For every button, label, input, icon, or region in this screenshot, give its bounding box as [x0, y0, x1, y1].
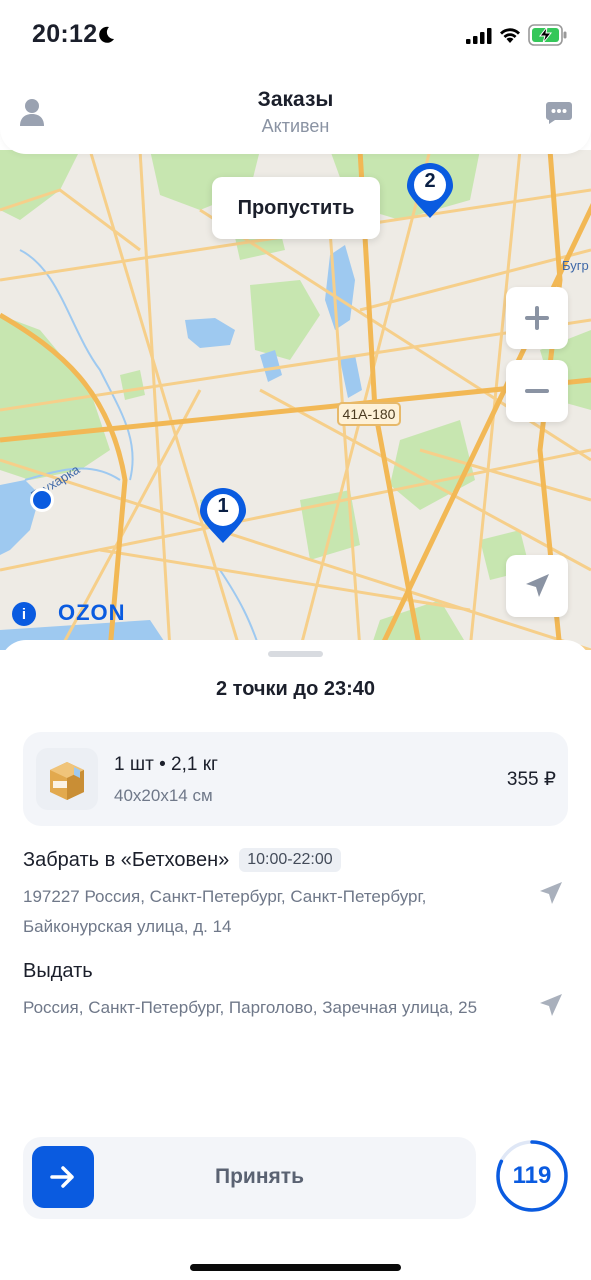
- order-quantity-weight: 1 шт • 2,1 кг: [114, 754, 218, 775]
- zoom-out-button[interactable]: [506, 360, 568, 422]
- ozon-logo: OZON: [58, 600, 126, 625]
- header: Заказы Активен: [0, 70, 591, 154]
- moon-icon: [99, 26, 114, 43]
- route-pin-2[interactable]: 2: [405, 162, 455, 220]
- pickup-title: Забрать в «Бетховен»: [23, 848, 230, 871]
- order-card[interactable]: 1 шт • 2,1 кг 40x20x14 см 355 ₽: [23, 732, 568, 826]
- wifi-icon: [500, 28, 520, 43]
- pickup-stop[interactable]: Забрать в «Бетховен» 10:00-22:00 197227 …: [23, 848, 568, 942]
- map-info-icon[interactable]: i: [12, 602, 36, 626]
- accept-slider[interactable]: Принять: [23, 1137, 476, 1219]
- order-dimensions: 40x20x14 см: [114, 786, 213, 805]
- skip-button[interactable]: Пропустить: [212, 177, 380, 239]
- status-bar: 20:12: [0, 0, 591, 70]
- chat-icon[interactable]: [545, 101, 573, 125]
- place-label-bugry: Бугр: [562, 258, 589, 273]
- cellular-signal-icon: [466, 28, 492, 44]
- current-location-dot: [30, 488, 54, 512]
- location-arrow-icon: [526, 574, 549, 597]
- my-location-button[interactable]: [506, 555, 568, 617]
- status-subtitle: Активен: [261, 116, 330, 136]
- battery-charging-icon: [528, 24, 567, 46]
- navigate-arrow-icon[interactable]: [538, 992, 564, 1018]
- page-title: Заказы: [257, 88, 334, 111]
- sheet-drag-handle[interactable]: [268, 651, 323, 657]
- countdown-timer: 119: [495, 1139, 569, 1213]
- route-pin-2-label: 2: [424, 170, 436, 192]
- route-pin-1-label: 1: [217, 495, 229, 517]
- route-pin-1[interactable]: 1: [198, 487, 248, 545]
- dropoff-stop[interactable]: Выдать Россия, Санкт-Петербург, Парголов…: [23, 960, 568, 1023]
- pickup-address: 197227 Россия, Санкт-Петербург, Санкт-Пе…: [23, 887, 427, 936]
- parcel-thumbnail: [36, 748, 98, 810]
- parcel-box-icon: [50, 762, 84, 800]
- bottom-sheet[interactable]: 2 точки до 23:40 1 шт • 2,1 кг 40x20x14 …: [0, 640, 591, 1280]
- route-summary-title: 2 точки до 23:40: [215, 678, 376, 700]
- navigate-arrow-icon[interactable]: [538, 880, 564, 906]
- status-time: 20:12: [32, 20, 98, 48]
- road-number-badge: 41A-180: [337, 402, 401, 426]
- order-price: 355 ₽: [506, 769, 556, 790]
- plus-icon: [525, 306, 549, 330]
- accept-label: Принять: [215, 1165, 304, 1188]
- zoom-in-button[interactable]: [506, 287, 568, 349]
- dropoff-address: Россия, Санкт-Петербург, Парголово, Заре…: [23, 998, 478, 1017]
- minus-icon: [525, 389, 549, 393]
- home-indicator: [190, 1264, 401, 1271]
- dropoff-title: Выдать: [23, 960, 93, 982]
- pickup-hours-badge: 10:00-22:00: [239, 848, 341, 872]
- countdown-value: 119: [512, 1162, 552, 1189]
